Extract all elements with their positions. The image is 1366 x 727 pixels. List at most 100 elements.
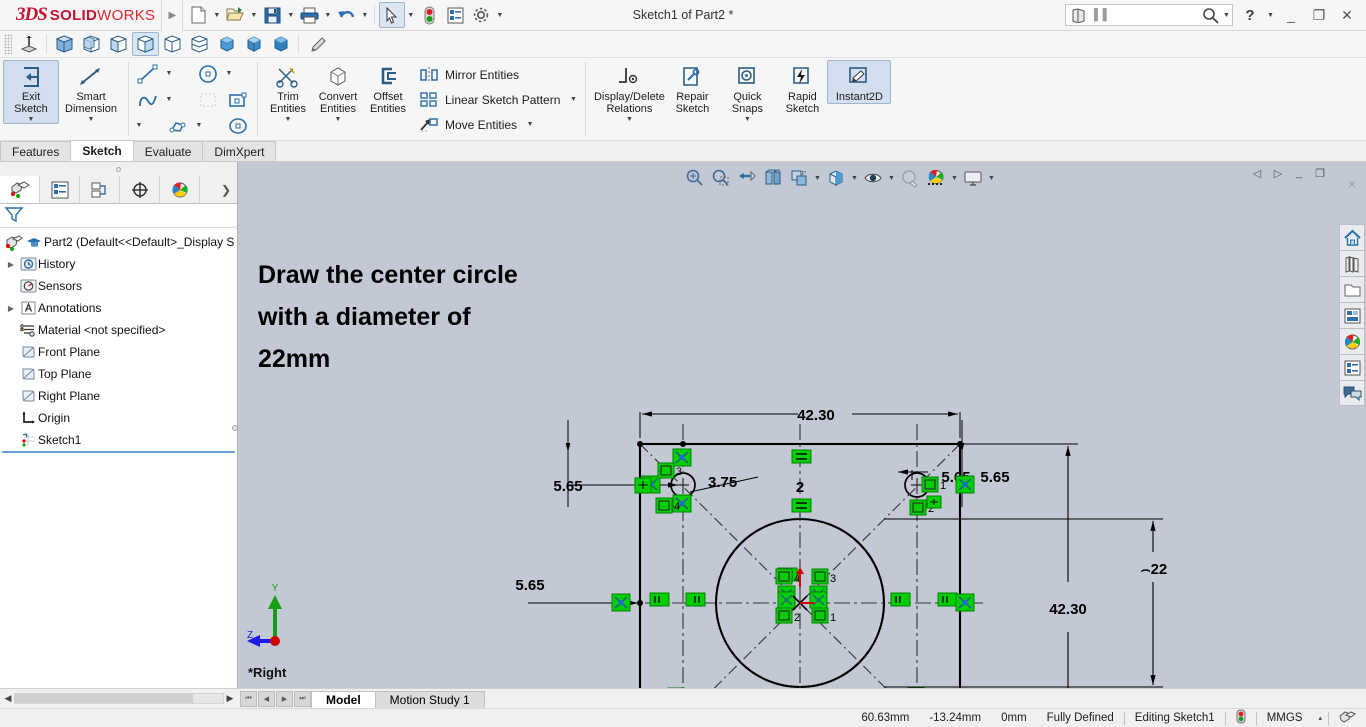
move-entities-item[interactable]: Move Entities ▼	[416, 112, 583, 137]
offset-entities-button[interactable]: Offset Entities	[363, 60, 413, 116]
repair-sketch-button[interactable]: Repair Sketch	[667, 60, 717, 116]
tree-item-history[interactable]: ▶ History	[0, 253, 237, 275]
polygon-sketch-dropdown[interactable]: ▼	[193, 113, 205, 138]
linear-sketch-pattern-dropdown[interactable]: ▼	[565, 96, 581, 103]
undo-dropdown[interactable]: ▼	[359, 2, 370, 28]
open-document-icon[interactable]	[222, 2, 248, 28]
tree-item-sketch1[interactable]: Sketch1	[0, 429, 237, 451]
menu-expand-arrow[interactable]: ▶	[161, 0, 184, 31]
tree-item-front-plane[interactable]: Front Plane	[0, 341, 237, 363]
zoom-tool-icon[interactable]	[303, 32, 330, 56]
configuration-manager-icon[interactable]	[80, 176, 120, 203]
trimetric-view-icon[interactable]	[78, 32, 105, 56]
settings-gear-icon[interactable]	[468, 2, 494, 28]
line-icon[interactable]	[133, 61, 163, 86]
shaded-box-icon[interactable]	[213, 32, 240, 56]
iso-view-icon[interactable]	[51, 32, 78, 56]
tree-item-right-plane[interactable]: Right Plane	[0, 385, 237, 407]
new-document-dropdown[interactable]: ▼	[211, 2, 222, 28]
open-document-dropdown[interactable]: ▼	[248, 2, 259, 28]
select-icon[interactable]	[379, 2, 406, 28]
solidworks-forum-icon[interactable]	[1339, 380, 1365, 406]
scroll-right-icon[interactable]: ▶	[224, 693, 236, 704]
display-delete-relations-dropdown[interactable]: ▼	[626, 116, 633, 123]
tab-model[interactable]: Model	[311, 690, 376, 709]
tree-item-origin[interactable]: Origin	[0, 407, 237, 429]
graphics-viewport[interactable]: ▼ ▼ ▼ ▼ ▼ ◁ ▷ _ ❐ Draw the center circle…	[238, 162, 1366, 688]
help-icon[interactable]: ?	[1237, 2, 1263, 28]
tab-motion-study[interactable]: Motion Study 1	[374, 690, 485, 709]
rectangle-dropdown[interactable]: ▼	[133, 113, 145, 138]
convert-entities-button[interactable]: Convert Entities ▼	[313, 60, 363, 124]
file-explorer-icon[interactable]	[1339, 276, 1365, 302]
options-list-icon[interactable]	[442, 2, 468, 28]
exit-sketch-button[interactable]: Exit Sketch ▼	[3, 60, 59, 124]
feature-tree-icon[interactable]	[0, 176, 40, 203]
first-tab-icon[interactable]: ⏮	[240, 690, 257, 707]
search-box[interactable]: ▐▐ ▼	[1065, 4, 1233, 26]
solid-cube-icon[interactable]	[267, 32, 294, 56]
smart-dimension-dropdown[interactable]: ▼	[88, 116, 95, 123]
view-palette-icon[interactable]	[1339, 302, 1365, 328]
dimxpert-manager-icon[interactable]	[120, 176, 160, 203]
property-manager-icon[interactable]	[40, 176, 80, 203]
scroll-track[interactable]	[14, 693, 224, 704]
rapid-sketch-button[interactable]: Rapid Sketch	[777, 60, 827, 116]
left-view-icon[interactable]	[159, 32, 186, 56]
print-dropdown[interactable]: ▼	[322, 2, 333, 28]
save-dropdown[interactable]: ▼	[285, 2, 296, 28]
tree-item-annotations[interactable]: ▶ Annotations	[0, 297, 237, 319]
expand-arrow-icon[interactable]: ▶	[4, 260, 18, 269]
convert-entities-dropdown[interactable]: ▼	[335, 116, 342, 123]
tree-filter-bar[interactable]	[0, 204, 237, 228]
custom-properties-icon[interactable]	[1339, 354, 1365, 380]
tree-item-sensors[interactable]: Sensors	[0, 275, 237, 297]
tree-item-part[interactable]: Part2 (Default<<Default>_Display S	[0, 231, 237, 253]
polygon-sketch-icon[interactable]	[163, 113, 193, 138]
units-dropdown-icon[interactable]: ▴	[1312, 714, 1328, 722]
line-dropdown[interactable]: ▼	[163, 61, 175, 86]
spline-dropdown[interactable]: ▼	[163, 87, 175, 112]
circle-icon[interactable]	[193, 61, 223, 86]
close-icon[interactable]: ✕	[1334, 2, 1360, 28]
status-units[interactable]: MMGS	[1257, 712, 1313, 724]
tree-item-top-plane[interactable]: Top Plane	[0, 363, 237, 385]
print-icon[interactable]	[296, 2, 322, 28]
toolbar-grip[interactable]	[4, 33, 12, 55]
more-tabs-icon[interactable]: ❯	[215, 176, 237, 203]
select-dropdown[interactable]: ▼	[405, 2, 416, 28]
overlay-icon[interactable]	[1329, 710, 1366, 727]
design-library-icon[interactable]	[1339, 250, 1365, 276]
next-tab-icon[interactable]: ▶	[276, 690, 293, 707]
rebuild-status-icon[interactable]	[1226, 709, 1256, 727]
scroll-left-icon[interactable]: ◀	[2, 693, 14, 704]
home-icon[interactable]	[1339, 224, 1365, 250]
undo-icon[interactable]	[333, 2, 359, 28]
save-icon[interactable]	[259, 2, 285, 28]
appearances-icon[interactable]	[1339, 328, 1365, 354]
display-delete-relations-button[interactable]: Display/Delete Relations ▼	[591, 60, 667, 124]
tree-horizontal-scrollbar[interactable]: ◀ ▶	[0, 693, 238, 704]
rectangle-icon[interactable]	[223, 87, 253, 112]
linear-sketch-pattern-item[interactable]: Linear Sketch Pattern ▼	[416, 87, 583, 112]
scroll-thumb[interactable]	[15, 694, 193, 703]
rebuild-icon[interactable]	[416, 2, 442, 28]
display-manager-icon[interactable]	[160, 176, 200, 203]
mirror-entities-item[interactable]: Mirror Entities	[416, 62, 583, 87]
restore-icon[interactable]: ❐	[1306, 2, 1332, 28]
help-dropdown[interactable]: ▼	[1265, 2, 1276, 28]
search-icon[interactable]	[1202, 7, 1221, 24]
last-tab-icon[interactable]: ⏭	[294, 690, 311, 707]
circle-dropdown[interactable]: ▼	[223, 61, 235, 86]
instant2d-button[interactable]: Instant2D	[827, 60, 892, 104]
top-view-icon[interactable]	[186, 32, 213, 56]
sketch-drawing[interactable]: 42.30 42.30 ⌢22 5.65 5.65 5.65 3.75 2 4 …	[238, 162, 1366, 688]
right-view-icon[interactable]	[132, 32, 159, 56]
tab-dimxpert[interactable]: DimXpert	[202, 141, 277, 161]
section-view-icon[interactable]	[15, 32, 42, 56]
search-input[interactable]	[1107, 5, 1202, 25]
move-entities-dropdown[interactable]: ▼	[522, 121, 538, 128]
trim-entities-dropdown[interactable]: ▼	[285, 116, 292, 123]
dimetric-view-icon[interactable]	[105, 32, 132, 56]
tab-sketch[interactable]: Sketch	[70, 140, 134, 161]
